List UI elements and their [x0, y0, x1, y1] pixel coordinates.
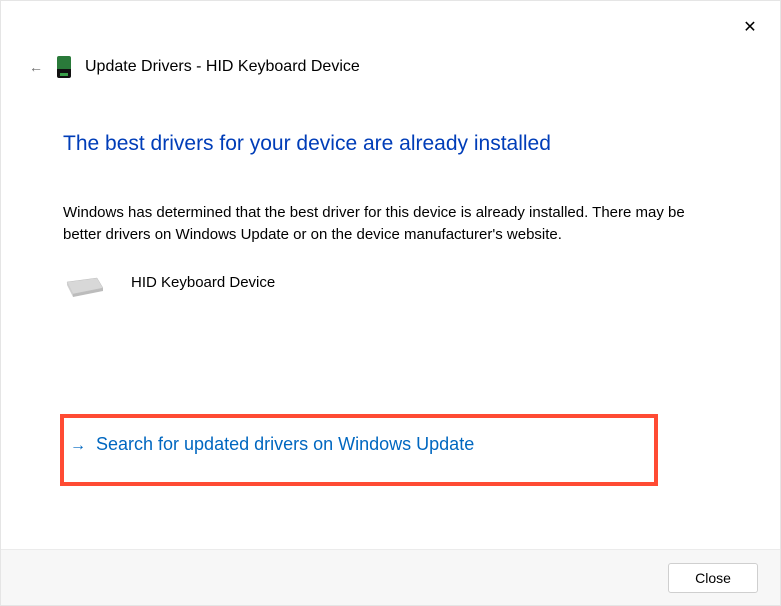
- footer-bar: Close: [1, 549, 780, 605]
- search-windows-update-link[interactable]: → Search for updated drivers on Windows …: [70, 434, 474, 455]
- content-area: The best drivers for your device are alr…: [1, 78, 780, 300]
- keyboard-icon: [63, 274, 103, 300]
- device-icon: [57, 56, 71, 78]
- description-text: Windows has determined that the best dri…: [63, 202, 703, 246]
- close-x-button[interactable]: ✕: [740, 17, 760, 37]
- arrow-right-icon: →: [70, 437, 86, 453]
- back-arrow-icon[interactable]: ←: [29, 59, 43, 75]
- device-name-label: HID Keyboard Device: [131, 272, 275, 291]
- header: ← Update Drivers - HID Keyboard Device: [1, 1, 780, 78]
- search-link-label: Search for updated drivers on Windows Up…: [96, 434, 474, 455]
- main-heading: The best drivers for your device are alr…: [63, 132, 718, 156]
- close-button[interactable]: Close: [668, 563, 758, 593]
- device-row: HID Keyboard Device: [63, 272, 718, 300]
- window-title: Update Drivers - HID Keyboard Device: [85, 58, 360, 76]
